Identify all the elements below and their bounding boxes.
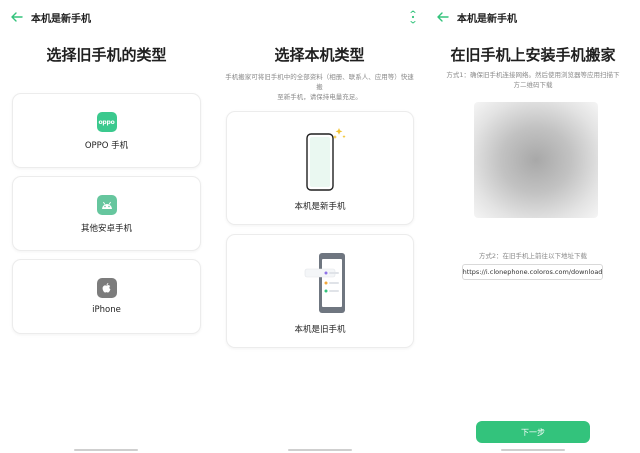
- page-title: 选择本机类型: [274, 46, 365, 64]
- option-old-phone[interactable]: 本机是旧手机: [226, 234, 414, 348]
- option-label: 本机是新手机: [294, 202, 346, 212]
- method-2-instructions: 方式2：在旧手机上前往以下地址下载: [478, 252, 588, 260]
- header-title: 本机是新手机: [31, 14, 91, 25]
- back-arrow-icon[interactable]: [435, 9, 451, 25]
- header: [213, 0, 426, 34]
- old-phone-icon: [304, 253, 345, 313]
- header: 本机是新手机: [0, 0, 213, 34]
- option-label: iPhone: [92, 305, 121, 315]
- panel-this-phone-type: 选择本机类型 手机搬家可将旧手机中的全部资料（相册、联系人、应用等）快速搬 至新…: [213, 0, 426, 453]
- page-title: 选择旧手机的类型: [46, 46, 167, 64]
- option-new-phone[interactable]: 本机是新手机: [226, 111, 414, 225]
- next-button[interactable]: 下一步: [476, 421, 590, 443]
- home-indicator: [288, 449, 352, 451]
- back-arrow-icon[interactable]: [9, 9, 25, 25]
- more-options-icon[interactable]: [410, 10, 416, 24]
- option-label: 其他安卓手机: [80, 224, 132, 234]
- option-other-android[interactable]: 其他安卓手机: [12, 176, 201, 251]
- new-phone-icon: [306, 128, 346, 191]
- header-title: 本机是新手机: [457, 14, 517, 25]
- oppo-logo-icon: oppo: [96, 112, 117, 132]
- download-url-field[interactable]: https://i.clonephone.coloros.com/downloa…: [462, 264, 603, 280]
- panel-install-on-old-phone: 本机是新手机 在旧手机上安装手机搬家 方式1：确保旧手机连接网络。然后使用浏览器…: [426, 0, 640, 453]
- header: 本机是新手机: [426, 0, 640, 34]
- page-description: 手机搬家可将旧手机中的全部资料（相册、联系人、应用等）快速搬 至新手机，请保持电…: [225, 73, 414, 101]
- android-icon: [96, 195, 117, 215]
- home-indicator: [501, 449, 565, 451]
- page-title: 在旧手机上安装手机搬家: [450, 46, 616, 64]
- option-label: OPPO 手机: [84, 141, 129, 151]
- qr-code-image: [474, 102, 598, 218]
- apple-icon: [96, 278, 117, 298]
- option-oppo-phone[interactable]: oppo OPPO 手机: [12, 93, 201, 168]
- method-1-instructions: 方式1：确保旧手机连接网络。然后使用浏览器等应用扫描下 方二维码下载: [446, 71, 620, 89]
- panel-old-phone-type: 本机是新手机 选择旧手机的类型 oppo OPPO 手机 其他安卓手机 iPho…: [0, 0, 213, 453]
- option-label: 本机是旧手机: [294, 325, 346, 335]
- home-indicator: [74, 449, 138, 451]
- option-iphone[interactable]: iPhone: [12, 259, 201, 334]
